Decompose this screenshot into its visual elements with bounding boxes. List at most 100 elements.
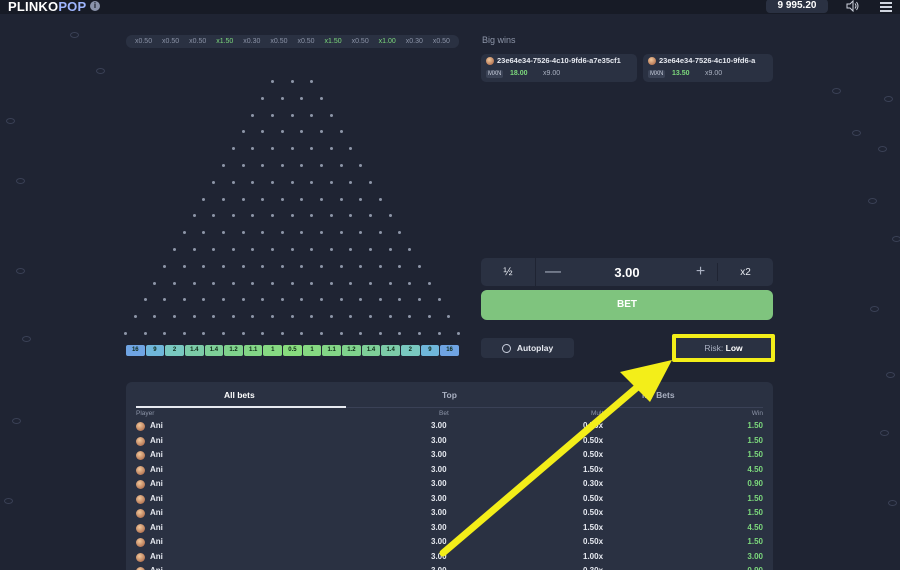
table-row: Ani 3.00 0.30x 0.90 — [136, 478, 763, 492]
avatar — [486, 57, 494, 65]
peg — [349, 180, 353, 184]
peg — [143, 298, 147, 302]
peg — [310, 180, 314, 184]
menu-icon[interactable] — [880, 2, 892, 12]
last-result-item: x0.50 — [134, 38, 153, 45]
bet-value: 3.00 — [431, 464, 447, 474]
big-win-card: 23e64e34-7526-4c10-9fd6-a MXN 13.50 x9.0… — [643, 54, 773, 82]
peg — [319, 231, 323, 235]
peg — [359, 264, 363, 268]
peg — [300, 231, 304, 235]
peg — [427, 315, 431, 319]
player-name: Ani — [150, 566, 163, 570]
peg — [290, 214, 294, 218]
peg — [300, 332, 304, 335]
peg — [378, 332, 382, 335]
peg — [270, 147, 274, 151]
peg — [398, 231, 402, 235]
peg — [270, 80, 274, 83]
big-win-id: 23e64e34-7526-4c10-9fd6-a7e35cf1 — [497, 56, 621, 65]
peg — [221, 298, 225, 302]
tab-top[interactable]: Top — [442, 390, 457, 400]
bet-button[interactable]: BET — [481, 290, 773, 320]
last-result-item: x1.50 — [216, 38, 234, 45]
table-row: Ani 3.00 0.50x 1.50 — [136, 536, 763, 550]
bets-tabs: All bets Top My Bets — [136, 388, 763, 408]
peg — [408, 315, 412, 319]
last-result-item: x0.30 — [243, 38, 261, 45]
decrease-bet-button[interactable]: — — [536, 263, 570, 281]
last-result-item: x0.50 — [297, 38, 315, 45]
double-bet-button[interactable]: x2 — [718, 267, 773, 278]
multiplier-slot: 2 — [400, 345, 420, 356]
peg — [349, 281, 353, 285]
autoplay-button[interactable]: Autoplay — [481, 338, 574, 358]
peg — [417, 332, 421, 335]
player-name: Ani — [150, 435, 163, 445]
peg — [319, 96, 323, 100]
big-win-multiplier: x9.00 — [543, 70, 561, 77]
peg — [310, 281, 314, 285]
table-row: Ani 3.00 0.50x 1.50 — [136, 493, 763, 507]
peg — [270, 248, 274, 251]
app-logo: PLINKOPOP — [8, 0, 87, 14]
bet-value: 3.00 — [431, 551, 447, 561]
peg — [241, 298, 245, 302]
win-value: 1.50 — [747, 421, 763, 430]
peg — [300, 130, 304, 134]
multiplier-slot: 1.4 — [381, 345, 400, 356]
peg — [290, 147, 294, 151]
multiplier-value: 1.50x — [583, 522, 604, 532]
multiplier-slot: 0.5 — [283, 345, 302, 356]
peg — [339, 264, 343, 268]
peg — [319, 298, 323, 302]
win-value: 4.50 — [747, 464, 763, 474]
peg — [280, 197, 284, 201]
avatar — [136, 480, 145, 489]
peg — [182, 298, 186, 302]
peg — [310, 248, 314, 251]
peg — [231, 214, 235, 218]
player-name: Ani — [150, 551, 163, 561]
autoplay-icon — [501, 343, 511, 353]
info-icon[interactable]: i — [90, 1, 100, 11]
peg — [270, 214, 274, 218]
peg — [368, 180, 372, 184]
peg — [398, 298, 402, 302]
table-row: Ani 3.00 0.50x 1.50 — [136, 435, 763, 449]
peg — [280, 231, 284, 235]
last-result-item: x0.30 — [405, 38, 423, 45]
risk-selector[interactable]: Risk: Low — [672, 334, 775, 362]
peg — [182, 231, 186, 235]
peg — [172, 315, 176, 319]
increase-bet-button[interactable]: + — [684, 263, 718, 281]
peg — [133, 315, 137, 319]
big-win-amount: 13.50 — [672, 70, 690, 77]
peg — [221, 264, 225, 268]
peg — [270, 113, 274, 117]
peg — [319, 264, 323, 268]
half-bet-button[interactable]: ½ — [481, 258, 536, 286]
peg — [339, 298, 343, 302]
table-row: Ani 3.00 0.50x 1.50 — [136, 507, 763, 521]
peg — [339, 164, 343, 167]
tab-my-bets[interactable]: My Bets — [642, 390, 675, 400]
column-win: Win — [751, 410, 763, 417]
tab-all-bets[interactable]: All bets — [224, 390, 255, 400]
player-name: Ani — [150, 479, 163, 488]
peg — [368, 214, 372, 218]
player-name: Ani — [150, 522, 163, 532]
peg — [319, 164, 323, 167]
peg — [329, 248, 333, 251]
bet-value: 3.00 — [431, 435, 447, 445]
multiplier-slot: 1 — [302, 345, 322, 356]
multiplier-slot: 1.4 — [204, 345, 224, 356]
multiplier-slot: 1.2 — [224, 345, 243, 356]
peg — [319, 332, 323, 335]
sound-icon[interactable] — [846, 0, 860, 12]
peg — [261, 264, 265, 268]
multiplier-value: 0.50x — [583, 508, 604, 517]
bet-value: 3.00 — [431, 508, 447, 517]
bet-amount-input[interactable]: 3.00 — [570, 265, 684, 280]
player-name: Ani — [150, 450, 163, 459]
